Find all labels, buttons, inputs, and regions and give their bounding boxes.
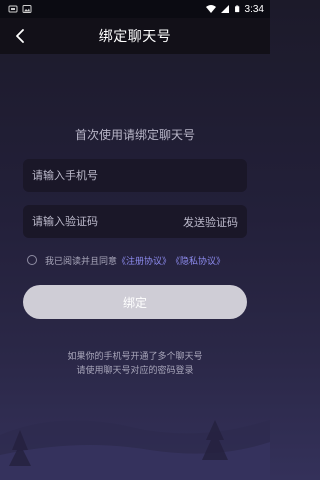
agree-text: 我已阅读并且同意 <box>45 256 118 267</box>
code-input[interactable] <box>32 215 177 228</box>
phone-field[interactable] <box>23 159 247 192</box>
hint-line-2: 请使用聊天号对应的密码登录 <box>76 366 194 376</box>
signal-icon <box>220 5 229 13</box>
terms-link[interactable]: 《注册协议》 <box>117 254 171 267</box>
status-bar: 3:34 <box>0 0 270 18</box>
agree-radio[interactable] <box>27 255 37 265</box>
bind-button[interactable]: 绑定 <box>23 285 247 319</box>
image-icon <box>22 5 32 13</box>
agreement-row: 我已阅读并且同意 《注册协议》 《隐私协议》 <box>27 253 225 267</box>
back-arrow-icon <box>16 29 24 43</box>
wifi-icon <box>205 5 216 13</box>
page-title: 绑定聊天号 <box>98 29 172 45</box>
background-mountains <box>0 420 270 480</box>
privacy-link[interactable]: 《隐私协议》 <box>171 254 225 267</box>
battery-icon <box>234 5 239 13</box>
hint-text: 如果你的手机号开通了多个聊天号 请使用聊天号对应的密码登录 <box>0 350 270 378</box>
hint-line-1: 如果你的手机号开通了多个聊天号 <box>67 352 203 362</box>
code-field[interactable]: 发送验证码 <box>23 205 247 238</box>
status-right: 3:34 <box>205 3 264 15</box>
phone-input[interactable] <box>32 169 238 182</box>
send-code-button[interactable]: 发送验证码 <box>183 214 238 230</box>
notification-icon <box>8 5 18 13</box>
bind-prompt: 首次使用请绑定聊天号 <box>74 128 195 142</box>
app-bar: 绑定聊天号 <box>0 18 270 54</box>
status-left <box>8 4 32 14</box>
status-time: 3:34 <box>244 3 264 15</box>
back-button[interactable] <box>10 26 30 46</box>
